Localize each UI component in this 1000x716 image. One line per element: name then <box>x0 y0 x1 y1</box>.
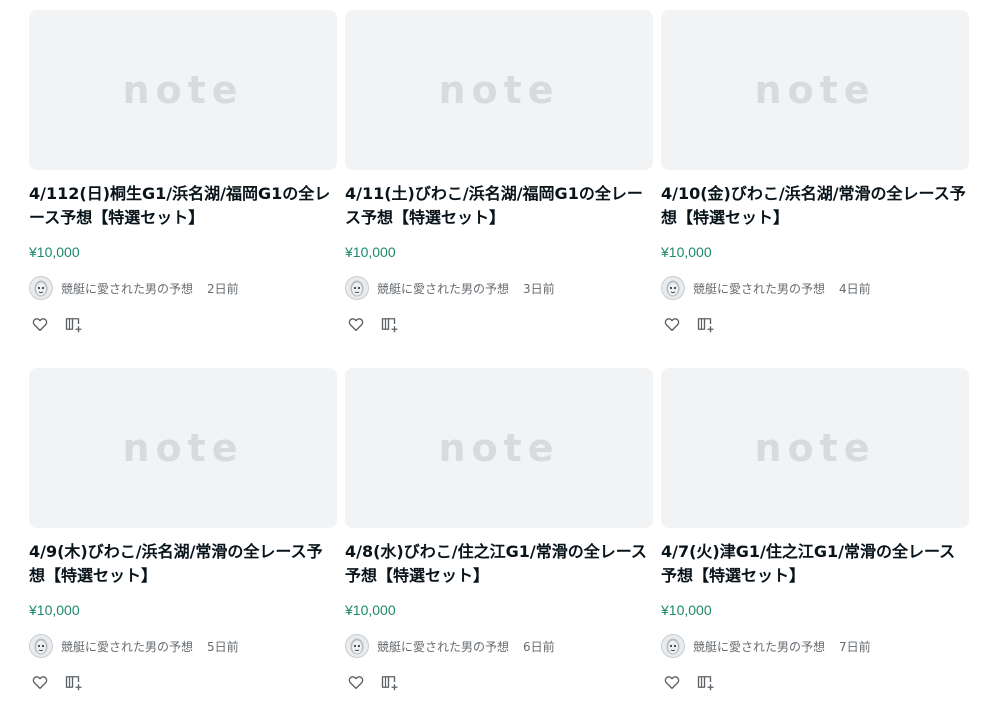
note-title[interactable]: 4/10(金)びわこ/浜名湖/常滑の全レース予想【特選セット】 <box>661 182 969 230</box>
author-avatar[interactable] <box>345 634 369 658</box>
author-name[interactable]: 競艇に愛された男の予想 <box>377 638 509 655</box>
note-meta: 競艇に愛された男の予想 6日前 <box>345 634 653 658</box>
author-avatar[interactable] <box>29 276 53 300</box>
note-logo-placeholder: note <box>122 426 244 470</box>
publish-time: 6日前 <box>523 639 555 654</box>
note-card[interactable]: note 4/8(水)びわこ/住之江G1/常滑の全レース予想【特選セット】 ¥1… <box>345 368 653 704</box>
author-avatar-image <box>350 638 364 655</box>
note-card[interactable]: note 4/11(土)びわこ/浜名湖/福岡G1の全レース予想【特選セット】 ¥… <box>345 10 653 346</box>
add-to-magazine-icon[interactable] <box>63 671 85 693</box>
note-price: ¥10,000 <box>661 244 712 260</box>
add-to-magazine-icon[interactable] <box>379 671 401 693</box>
note-thumbnail[interactable]: note <box>661 10 969 170</box>
author-avatar-image <box>350 280 364 297</box>
note-thumbnail[interactable]: note <box>29 368 337 528</box>
author-avatar-image <box>666 280 680 297</box>
heart-icon[interactable] <box>345 671 367 693</box>
author-name[interactable]: 競艇に愛された男の予想 <box>61 280 193 297</box>
note-title[interactable]: 4/7(火)津G1/住之江G1/常滑の全レース予想【特選セット】 <box>661 540 969 588</box>
note-price: ¥10,000 <box>345 602 396 618</box>
add-to-magazine-icon[interactable] <box>379 313 401 335</box>
add-to-magazine-icon[interactable] <box>695 671 717 693</box>
heart-icon[interactable] <box>345 313 367 335</box>
note-actions <box>661 312 969 336</box>
author-avatar-image <box>34 638 48 655</box>
note-title[interactable]: 4/9(木)びわこ/浜名湖/常滑の全レース予想【特選セット】 <box>29 540 337 588</box>
note-logo-placeholder: note <box>754 426 876 470</box>
add-to-magazine-icon[interactable] <box>63 313 85 335</box>
note-logo-placeholder: note <box>754 68 876 112</box>
note-meta: 競艇に愛された男の予想 5日前 <box>29 634 337 658</box>
author-name[interactable]: 競艇に愛された男の予想 <box>693 280 825 297</box>
note-price: ¥10,000 <box>345 244 396 260</box>
note-meta: 競艇に愛された男の予想 3日前 <box>345 276 653 300</box>
note-meta: 競艇に愛された男の予想 7日前 <box>661 634 969 658</box>
note-thumbnail[interactable]: note <box>345 10 653 170</box>
author-name[interactable]: 競艇に愛された男の予想 <box>61 638 193 655</box>
note-price: ¥10,000 <box>661 602 712 618</box>
note-meta: 競艇に愛された男の予想 2日前 <box>29 276 337 300</box>
publish-time: 2日前 <box>207 281 239 296</box>
note-card-grid: note 4/112(日)桐生G1/浜名湖/福岡G1の全レース予想【特選セット】… <box>29 10 969 704</box>
note-price: ¥10,000 <box>29 602 80 618</box>
note-title[interactable]: 4/8(水)びわこ/住之江G1/常滑の全レース予想【特選セット】 <box>345 540 653 588</box>
heart-icon[interactable] <box>29 313 51 335</box>
publish-time: 5日前 <box>207 639 239 654</box>
publish-time: 3日前 <box>523 281 555 296</box>
note-actions <box>29 312 337 336</box>
publish-time: 4日前 <box>839 281 871 296</box>
heart-icon[interactable] <box>661 671 683 693</box>
note-title[interactable]: 4/11(土)びわこ/浜名湖/福岡G1の全レース予想【特選セット】 <box>345 182 653 230</box>
note-card[interactable]: note 4/112(日)桐生G1/浜名湖/福岡G1の全レース予想【特選セット】… <box>29 10 337 346</box>
note-card[interactable]: note 4/10(金)びわこ/浜名湖/常滑の全レース予想【特選セット】 ¥10… <box>661 10 969 346</box>
author-name[interactable]: 競艇に愛された男の予想 <box>377 280 509 297</box>
heart-icon[interactable] <box>29 671 51 693</box>
note-price: ¥10,000 <box>29 244 80 260</box>
note-logo-placeholder: note <box>122 68 244 112</box>
author-avatar[interactable] <box>29 634 53 658</box>
note-meta: 競艇に愛された男の予想 4日前 <box>661 276 969 300</box>
note-actions <box>345 670 653 694</box>
note-actions <box>345 312 653 336</box>
author-avatar[interactable] <box>661 276 685 300</box>
note-card[interactable]: note 4/7(火)津G1/住之江G1/常滑の全レース予想【特選セット】 ¥1… <box>661 368 969 704</box>
author-avatar-image <box>666 638 680 655</box>
author-avatar-image <box>34 280 48 297</box>
note-actions <box>661 670 969 694</box>
note-title[interactable]: 4/112(日)桐生G1/浜名湖/福岡G1の全レース予想【特選セット】 <box>29 182 337 230</box>
note-thumbnail[interactable]: note <box>345 368 653 528</box>
note-logo-placeholder: note <box>438 426 560 470</box>
heart-icon[interactable] <box>661 313 683 335</box>
author-avatar[interactable] <box>345 276 369 300</box>
note-card[interactable]: note 4/9(木)びわこ/浜名湖/常滑の全レース予想【特選セット】 ¥10,… <box>29 368 337 704</box>
note-actions <box>29 670 337 694</box>
publish-time: 7日前 <box>839 639 871 654</box>
add-to-magazine-icon[interactable] <box>695 313 717 335</box>
note-thumbnail[interactable]: note <box>661 368 969 528</box>
author-avatar[interactable] <box>661 634 685 658</box>
note-logo-placeholder: note <box>438 68 560 112</box>
author-name[interactable]: 競艇に愛された男の予想 <box>693 638 825 655</box>
note-thumbnail[interactable]: note <box>29 10 337 170</box>
